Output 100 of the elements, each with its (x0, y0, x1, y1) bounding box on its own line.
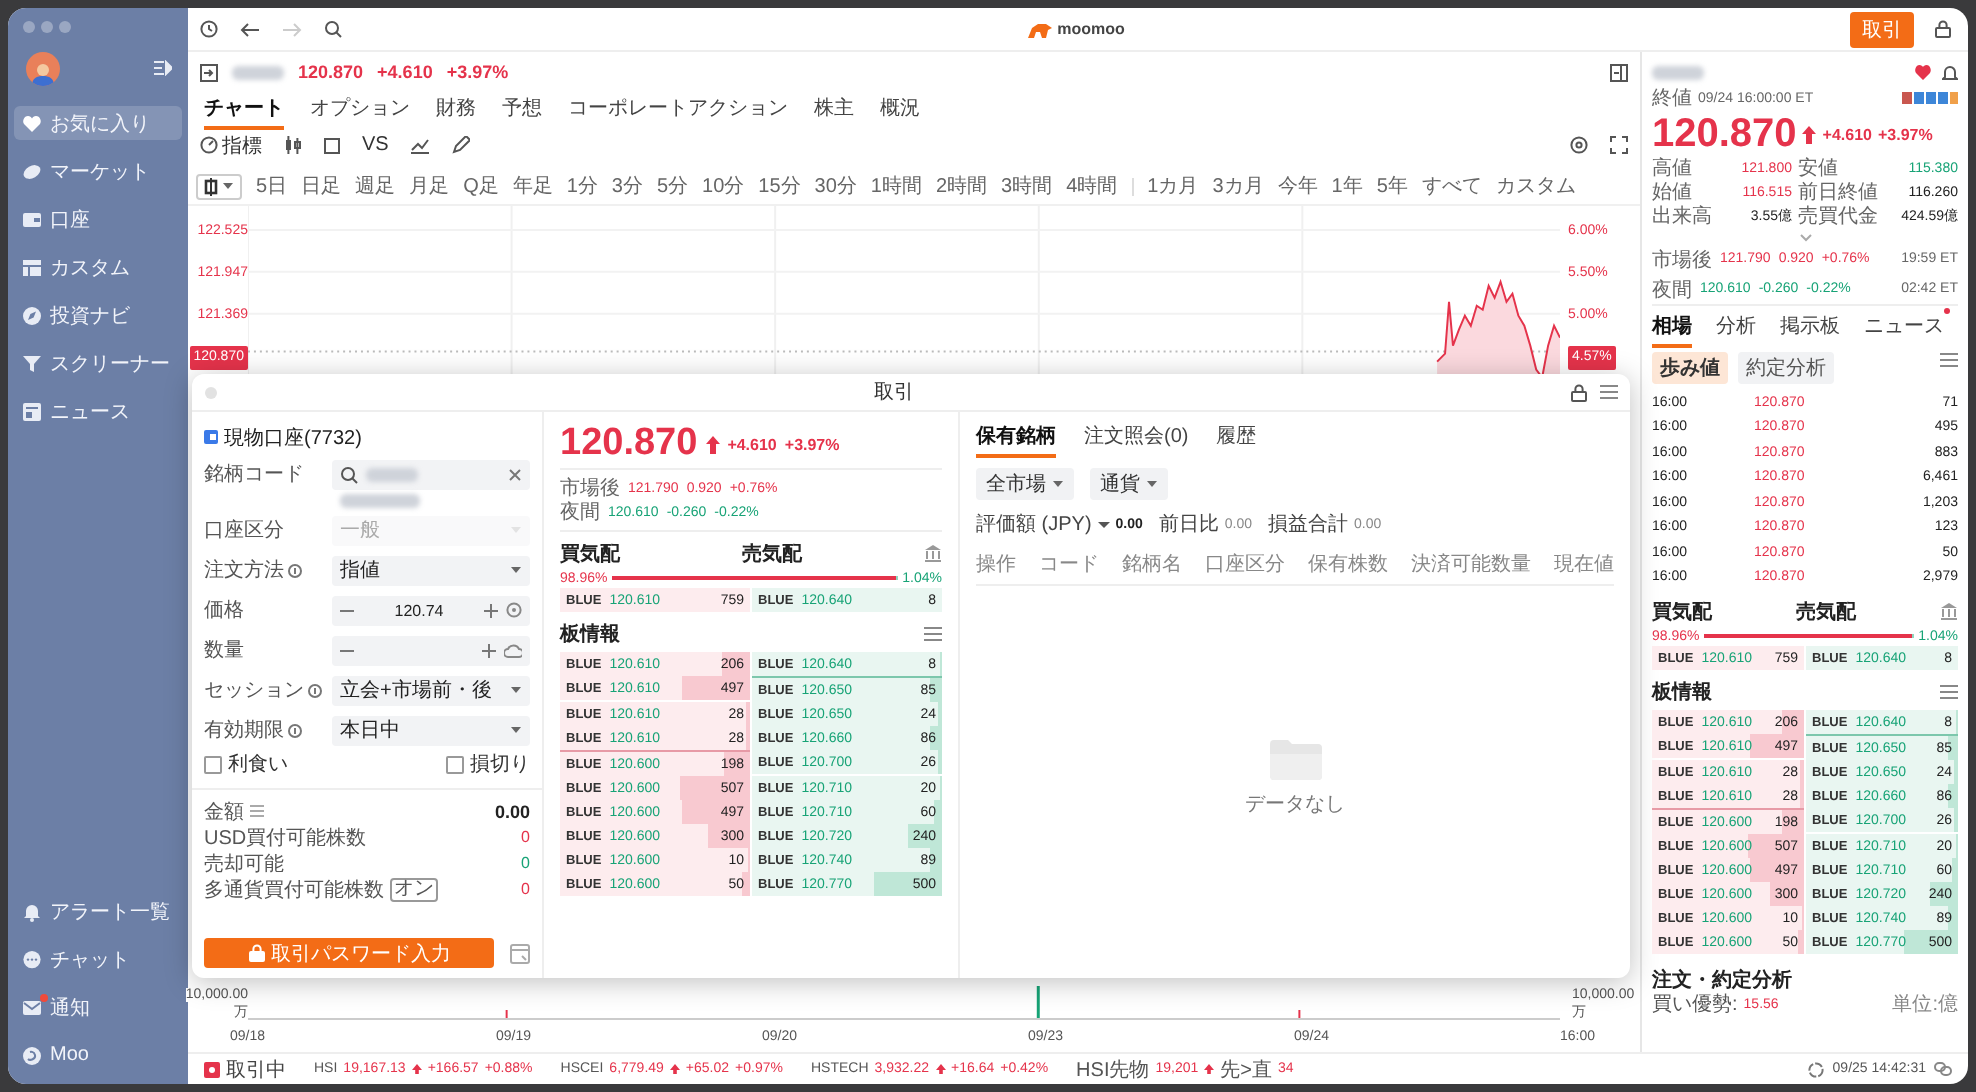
up-arrow-icon (1802, 125, 1817, 143)
period-button[interactable]: 4時間 (1066, 172, 1118, 200)
period-button[interactable]: 週足 (355, 172, 396, 200)
period-button[interactable]: 今年 (1277, 172, 1318, 200)
period-button[interactable]: 3カ月 (1212, 172, 1264, 200)
indicator-button[interactable]: 指標 (200, 131, 262, 159)
fullscreen-icon[interactable] (1610, 136, 1628, 154)
plus-icon[interactable] (482, 643, 496, 657)
side-panel-icon[interactable] (1610, 63, 1628, 81)
trade-tab[interactable]: 注文照会(0) (1084, 418, 1189, 458)
field-label: 価格 (204, 597, 244, 624)
sidebar-item[interactable]: チャット (14, 942, 182, 976)
bell-icon[interactable] (1942, 63, 1958, 81)
chart-tab[interactable]: コーポレートアクション (568, 89, 788, 129)
price-stepper[interactable]: 120.74 (332, 595, 530, 625)
heart-icon[interactable] (1914, 64, 1932, 80)
period-button[interactable]: 1時間 (870, 172, 922, 200)
period-button[interactable]: すべて (1421, 172, 1482, 200)
price-text: 120.870 (298, 62, 364, 82)
period-button[interactable]: 5年 (1376, 172, 1408, 200)
period-button[interactable]: 5分 (656, 172, 689, 200)
period-button[interactable]: 1年 (1331, 172, 1363, 200)
bank-icon[interactable] (924, 544, 942, 562)
quote-tab[interactable]: 相場 (1652, 308, 1692, 348)
target-icon[interactable] (506, 602, 522, 618)
exit-icon[interactable] (200, 63, 218, 81)
period-button[interactable]: 1カ月 (1147, 172, 1199, 200)
period-button[interactable]: カスタム (1495, 172, 1576, 200)
lock-icon[interactable] (1934, 20, 1952, 38)
history-icon[interactable] (200, 20, 218, 38)
chart-tab[interactable]: 財務 (436, 89, 476, 129)
period-button[interactable]: 5日 (256, 172, 288, 200)
chart-type-dropdown[interactable] (196, 173, 242, 199)
sidebar-item[interactable]: 口座 (14, 202, 182, 236)
caret-icon (510, 726, 522, 734)
chart-tab[interactable]: 予想 (502, 89, 542, 129)
period-button[interactable]: 3時間 (1001, 172, 1053, 200)
settings-icon[interactable] (1570, 136, 1588, 154)
chart-tab[interactable]: チャート (204, 89, 284, 129)
period-button[interactable]: 30分 (814, 172, 857, 200)
period-button[interactable]: 日足 (301, 172, 342, 200)
lock-icon[interactable] (1570, 383, 1588, 401)
period-button[interactable]: Q足 (463, 172, 499, 200)
collapse-icon[interactable] (154, 60, 172, 76)
square-icon[interactable] (324, 137, 340, 153)
sidebar-item[interactable]: 投資ナビ (14, 298, 182, 332)
dialog-dot-icon[interactable] (204, 385, 218, 399)
link-icon[interactable] (1934, 1062, 1952, 1076)
period-button[interactable]: 月足 (409, 172, 450, 200)
market-state: 取引中 (226, 1057, 286, 1083)
checkbox[interactable]: 損切り (446, 750, 530, 778)
chart-icon[interactable] (410, 136, 431, 154)
period-button[interactable]: 10分 (702, 172, 745, 200)
period-button[interactable]: 3分 (611, 172, 643, 200)
chart-tab[interactable]: 概況 (880, 89, 920, 129)
sidebar-item[interactable]: Moo (14, 1038, 182, 1072)
dropdown-field[interactable]: 指値 (332, 555, 530, 585)
trade-tab[interactable]: 保有銘柄 (976, 418, 1056, 458)
chart-tab[interactable]: 株主 (814, 89, 854, 129)
checkbox[interactable]: 利食い (204, 750, 288, 778)
list-icon[interactable] (1940, 683, 1958, 699)
close-icon[interactable] (508, 467, 522, 481)
sidebar-item[interactable]: アラート一覧 (14, 894, 182, 928)
filter-dropdown[interactable]: 全市場 (976, 468, 1074, 500)
dropdown-field[interactable]: 立会+市場前・後 (332, 675, 530, 705)
period-button[interactable]: 1分 (566, 172, 598, 200)
quote-tab[interactable]: 分析 (1716, 308, 1756, 348)
sub-tab[interactable]: 歩み値 (1652, 352, 1728, 384)
search-field[interactable] (332, 459, 530, 489)
quote-tab[interactable]: 掲示板 (1780, 308, 1840, 348)
search-icon[interactable] (340, 465, 358, 483)
period-button[interactable]: 2時間 (935, 172, 988, 200)
trade-tab[interactable]: 履歴 (1216, 418, 1257, 458)
sidebar-item[interactable]: マーケット (14, 154, 182, 188)
sub-tab[interactable]: 約定分析 (1738, 352, 1834, 384)
avatar[interactable] (26, 51, 60, 85)
pen-icon[interactable] (452, 136, 471, 154)
bank-icon[interactable] (1940, 602, 1958, 620)
plus-icon[interactable] (484, 603, 498, 617)
compare-button[interactable]: VS (362, 134, 389, 156)
back-icon[interactable] (240, 21, 260, 37)
expand-icon[interactable] (1799, 233, 1811, 241)
period-button[interactable]: 年足 (512, 172, 553, 200)
window-icon[interactable] (510, 943, 530, 963)
cloud-icon[interactable] (504, 643, 522, 657)
quantity-stepper[interactable] (332, 635, 530, 665)
collapse-list-icon[interactable] (1600, 383, 1618, 399)
sidebar-item[interactable]: ニュース (14, 394, 182, 428)
quote-tab[interactable]: ニュース (1864, 308, 1944, 348)
candlestick-icon[interactable] (284, 136, 302, 154)
sidebar-item[interactable]: 通知 (14, 990, 182, 1024)
period-button[interactable]: 15分 (758, 172, 801, 200)
list-icon[interactable] (924, 625, 942, 641)
list-icon[interactable] (1940, 352, 1958, 368)
filter-dropdown[interactable]: 通貨 (1090, 468, 1168, 500)
chart-tab[interactable]: オプション (310, 89, 410, 129)
dropdown-field[interactable]: 本日中 (332, 715, 530, 745)
search-icon[interactable] (324, 20, 342, 38)
sidebar-item[interactable]: カスタム (14, 250, 182, 284)
sidebar-item[interactable]: スクリーナー (14, 346, 182, 380)
